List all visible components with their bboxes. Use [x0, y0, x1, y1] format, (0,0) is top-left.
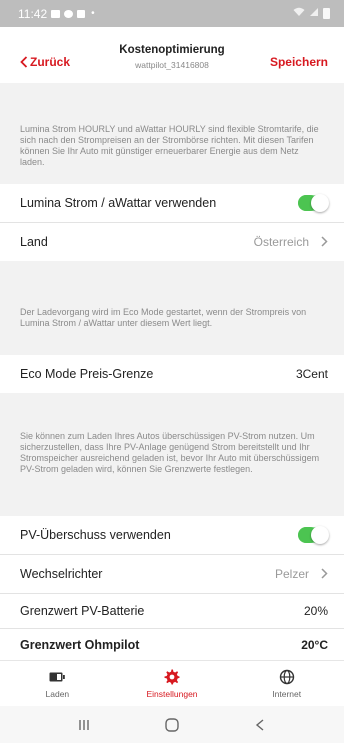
battery-icon [49, 668, 66, 686]
inverter-row[interactable]: Wechselrichter Pelzer [0, 555, 344, 593]
pv-description: Sie können zum Laden Ihres Autos übersch… [0, 431, 344, 475]
status-bar: 11:42 • [0, 0, 344, 27]
signal-icon [309, 7, 319, 20]
status-time: 11:42 [18, 6, 48, 21]
gear-icon [164, 668, 180, 686]
tab-label: Laden [45, 689, 70, 699]
inverter-value: Pelzer [274, 567, 309, 581]
pv-toggle[interactable] [298, 526, 329, 544]
cloud-notification-icon [77, 9, 86, 18]
home-button[interactable] [152, 717, 192, 733]
system-navigation-bar [0, 706, 344, 743]
globe-icon [279, 668, 295, 686]
eco-value: 3Cent [295, 367, 328, 381]
eco-price-row[interactable]: Eco Mode Preis-Grenze 3Cent [0, 355, 344, 393]
ohmpilot-threshold-row[interactable]: Grenzwert Ohmpilot 20°C [0, 629, 344, 660]
tab-internet[interactable]: Internet [229, 661, 344, 706]
lumina-toggle[interactable] [298, 194, 329, 212]
battery-value: 20% [303, 604, 328, 618]
battery-label: Grenzwert PV-Batterie [20, 604, 145, 618]
header: Zurück Kostenoptimierung wattpilot_31416… [0, 27, 344, 83]
ohmpilot-value: 20°C [301, 637, 328, 652]
lumina-row[interactable]: Lumina Strom / aWattar verwenden [0, 184, 344, 222]
tab-bar: Laden Einstellungen Internet [0, 660, 344, 706]
eco-description: Der Ladevorgang wird im Eco Mode gestart… [0, 307, 344, 329]
ohmpilot-label: Grenzwert Ohmpilot [20, 637, 140, 652]
pv-label: PV-Überschuss verwenden [20, 528, 171, 542]
tab-laden[interactable]: Laden [0, 661, 115, 706]
system-back-button[interactable] [240, 718, 280, 732]
recent-apps-button[interactable] [64, 718, 104, 732]
chevron-right-icon [321, 567, 328, 582]
dot-icon: • [91, 8, 95, 19]
eco-label: Eco Mode Preis-Grenze [20, 367, 154, 381]
intro-description: Lumina Strom HOURLY und aWattar HOURLY s… [0, 124, 344, 168]
wifi-icon [293, 7, 305, 20]
land-label: Land [20, 235, 48, 249]
lumina-label: Lumina Strom / aWattar verwenden [20, 196, 217, 210]
tab-label: Internet [272, 689, 302, 699]
pv-row[interactable]: PV-Überschuss verwenden [0, 516, 344, 554]
gallery-notification-icon [51, 9, 61, 18]
chevron-right-icon [321, 235, 328, 250]
land-row[interactable]: Land Österreich [0, 223, 344, 261]
battery-threshold-row[interactable]: Grenzwert PV-Batterie 20% [0, 594, 344, 628]
tab-einstellungen[interactable]: Einstellungen [115, 661, 230, 706]
battery-status-icon [323, 8, 330, 19]
notification-icon [64, 9, 74, 18]
save-button[interactable]: Speichern [270, 55, 328, 69]
tab-label: Einstellungen [146, 689, 198, 699]
inverter-label: Wechselrichter [20, 567, 103, 581]
land-value: Österreich [253, 235, 309, 249]
